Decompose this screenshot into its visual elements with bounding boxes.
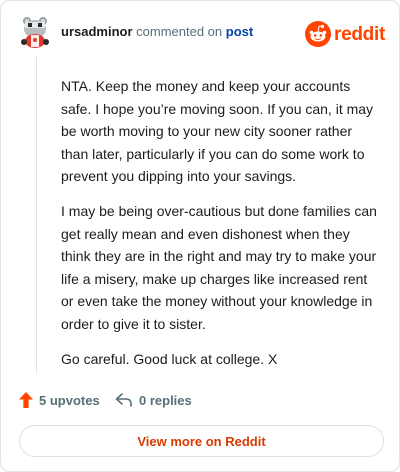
snoo-avatar-icon[interactable]	[19, 15, 51, 49]
view-more-button[interactable]: View more on Reddit	[19, 425, 384, 457]
post-link[interactable]: post	[226, 24, 253, 39]
reply-arrow-icon	[115, 393, 132, 407]
comment-header: ursadminor commented on post reddit	[19, 15, 385, 53]
reply-button[interactable]: 0 replies	[115, 391, 192, 409]
upvote-count: 5 upvotes	[39, 392, 100, 408]
comment-paragraph-1: NTA. Keep the money and keep your accoun…	[61, 78, 374, 184]
username-link[interactable]: ursadminor	[61, 24, 133, 39]
upvote-arrow-icon	[19, 392, 33, 408]
reply-count: 0 replies	[139, 392, 192, 408]
comment-body: NTA. Keep the money and keep your accoun…	[61, 75, 379, 383]
reddit-wordmark: reddit	[334, 24, 385, 45]
comment-paragraph-3: Go careful. Good luck at college. X	[61, 350, 278, 367]
view-more-label: View more on Reddit	[137, 433, 266, 449]
commented-on-text: commented on	[136, 24, 223, 39]
thread-line	[36, 57, 37, 373]
reddit-brand[interactable]: reddit	[305, 21, 385, 49]
comment-actions: 5 upvotes 0 replies	[19, 391, 385, 409]
reddit-logo-icon	[305, 21, 331, 47]
comment-paragraph-2: I may be being over-cautious but done fa…	[61, 203, 377, 332]
comment-meta: ursadminor commented on post	[61, 24, 253, 40]
comment-embed-card: ursadminor commented on post reddit NTA.…	[0, 0, 400, 472]
upvote-button[interactable]: 5 upvotes	[19, 391, 100, 409]
